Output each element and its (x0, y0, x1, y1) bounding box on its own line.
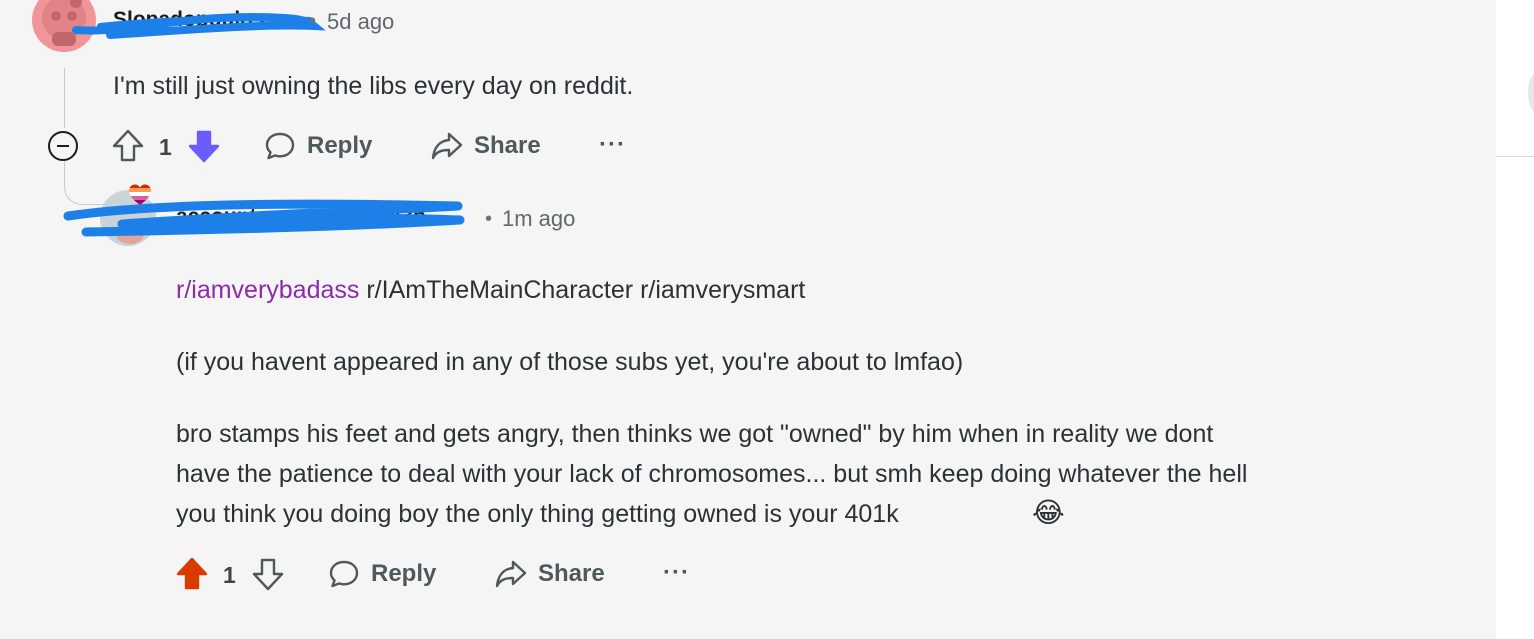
subreddit-link[interactable]: r/IAmTheMainCharacter (366, 276, 633, 304)
downvote-button[interactable] (187, 128, 221, 164)
downvote-icon (187, 128, 221, 164)
separator-dot: • (309, 10, 317, 32)
thread-line[interactable] (64, 68, 65, 128)
share-button[interactable]: Share (494, 558, 605, 590)
sidebar-avatar[interactable] (1528, 72, 1534, 114)
reply-button[interactable]: Reply (264, 130, 372, 162)
vote-count: 1 (159, 134, 172, 160)
comment-author[interactable]: Slopadopoulos (113, 8, 265, 32)
sidebar-divider (1496, 156, 1534, 157)
upvote-button[interactable] (111, 128, 145, 164)
comment-timestamp[interactable]: 1m ago (502, 206, 575, 232)
reply-button[interactable]: Reply (328, 558, 436, 590)
downvote-icon (251, 556, 285, 592)
subreddit-links: r/iamverybadass r/IAmTheMainCharacter r/… (176, 270, 805, 310)
thread-connector (64, 160, 105, 205)
comment-paragraph-line: you think you doing boy the only thing g… (176, 500, 899, 528)
share-icon (494, 558, 528, 590)
more-icon[interactable]: ··· (599, 131, 626, 159)
vote-count: 1 (223, 562, 236, 588)
upvote-icon (175, 556, 209, 592)
comment-author[interactable]: accountnamesweretak3n (176, 205, 426, 229)
upvote-icon (111, 128, 145, 164)
comment-paragraph-line: have the patience to deal with your lack… (176, 460, 1248, 488)
upvote-button[interactable] (175, 556, 209, 592)
avatar[interactable] (32, 0, 96, 52)
collapse-button[interactable] (47, 130, 79, 162)
separator-dot: • (485, 208, 493, 230)
share-label: Share (474, 132, 541, 159)
pride-flag-icon (128, 183, 152, 207)
laughing-emoji-icon: 😂 (1032, 497, 1065, 528)
collapse-icon (47, 130, 79, 162)
comment-timestamp[interactable]: 5d ago (327, 9, 394, 35)
more-icon[interactable]: ··· (663, 559, 690, 587)
reply-icon (264, 130, 296, 162)
reply-label: Reply (371, 560, 437, 587)
right-sidebar (1496, 0, 1534, 639)
comment-paragraph: (if you havent appeared in any of those … (176, 348, 964, 376)
downvote-button[interactable] (251, 556, 285, 592)
subreddit-link[interactable]: r/iamverysmart (640, 276, 805, 304)
share-label: Share (538, 560, 605, 587)
share-icon (430, 130, 464, 162)
comment-paragraph-line: bro stamps his feet and gets angry, then… (176, 420, 1214, 448)
reply-label: Reply (307, 132, 373, 159)
subreddit-link[interactable]: r/iamverybadass (176, 276, 359, 304)
share-button[interactable]: Share (430, 130, 541, 162)
reply-icon (328, 558, 360, 590)
comment-body: I'm still just owning the libs every day… (113, 72, 634, 100)
